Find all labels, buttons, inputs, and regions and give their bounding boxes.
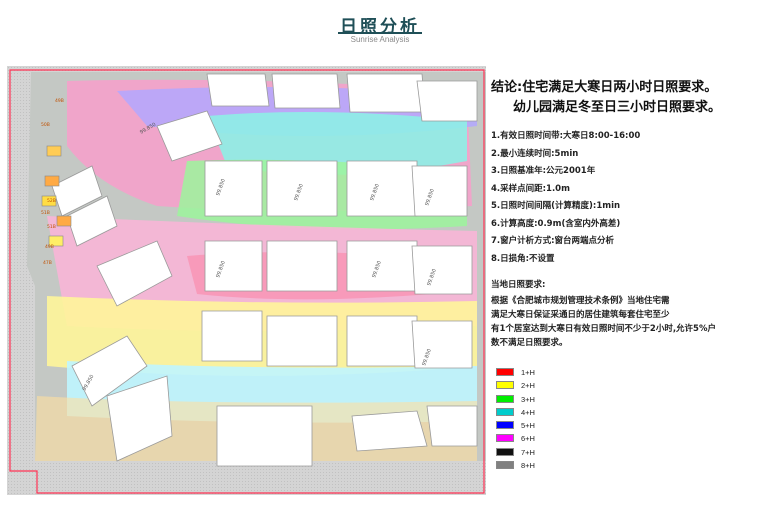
page-subtitle: Sunrise Analysis: [350, 35, 410, 44]
legend-label: 3+H: [521, 394, 535, 404]
legend-swatch: [496, 381, 514, 390]
parameter-list: 1.有效日照时间带:大寒日8:00-16:00 2.最小连续时间:5min 3.…: [491, 128, 753, 268]
param-item: 1.有效日照时间带:大寒日8:00-16:00: [491, 131, 641, 141]
legend-swatch: [496, 407, 514, 416]
legend-swatch: [496, 394, 514, 403]
param-item: 5.日照时间间隔(计算精度):1min: [491, 201, 621, 211]
param-item: 6.计算高度:0.9m(含室内外高差): [491, 218, 621, 229]
legend-label: 7+H: [521, 447, 535, 457]
requirement-line: 满足大寒日保证采通日的居住建筑每套住宅至少: [491, 310, 670, 320]
small-label: 51B: [41, 210, 50, 216]
title-underline: [338, 32, 422, 34]
param-item: 2.最小连续时间:5min: [491, 148, 579, 159]
param-item: 4.采样点间距:1.0m: [491, 183, 570, 194]
small-label: 52B: [47, 198, 56, 204]
legend-swatch: [496, 421, 514, 430]
requirement-title: 当地日照要求:: [491, 280, 546, 290]
sunlight-analysis-map: 99.850 99.850 99.850 99.850 99.850 99.85…: [7, 66, 486, 495]
requirement-line: 根据《合肥城市规划管理技术条例》当地住宅需: [491, 296, 670, 306]
requirement-block: 当地日照要求: 根据《合肥城市规划管理技术条例》当地住宅需 满足大寒日保证采通日…: [491, 278, 753, 350]
requirement-line: 数不满足日照要求。: [491, 338, 568, 348]
small-label: 51B: [47, 224, 56, 230]
legend-label: 4+H: [521, 407, 535, 417]
legend-label: 8+H: [521, 461, 535, 471]
legend-label: 1+H: [521, 368, 535, 377]
legend-swatch: [496, 434, 514, 443]
legend-label: 6+H: [521, 434, 535, 444]
small-label: 49B: [45, 244, 54, 250]
small-label: 50B: [41, 122, 50, 128]
small-label: 47B: [43, 260, 52, 266]
conclusion-line-1: 结论:住宅满足大寒日两小时日照要求。: [491, 80, 718, 95]
param-item: 3.日照基准年:公元2001年: [491, 166, 596, 176]
header: 日照分析 Sunrise Analysis: [0, 0, 760, 50]
legend-swatch: [496, 368, 514, 376]
info-panel: 结论:住宅满足大寒日两小时日照要求。 幼儿园满足冬至日三小时日照要求。 1.有效…: [491, 78, 753, 350]
small-label: 49B: [55, 98, 64, 104]
legend-label: 2+H: [521, 381, 535, 391]
param-item: 7.窗户计析方式:窗台两端点分析: [491, 236, 615, 246]
conclusion-line-2: 幼儿园满足冬至日三小时日照要求。: [513, 100, 722, 115]
legend-swatch: [496, 461, 514, 470]
param-item: 8.日损角:不设置: [491, 253, 555, 264]
legend-label: 5+H: [521, 421, 535, 431]
legend-swatch: [496, 447, 514, 456]
requirement-line: 有1个居室达到大寒日有效日照时间不少于2小时,允许5%户: [491, 324, 716, 334]
